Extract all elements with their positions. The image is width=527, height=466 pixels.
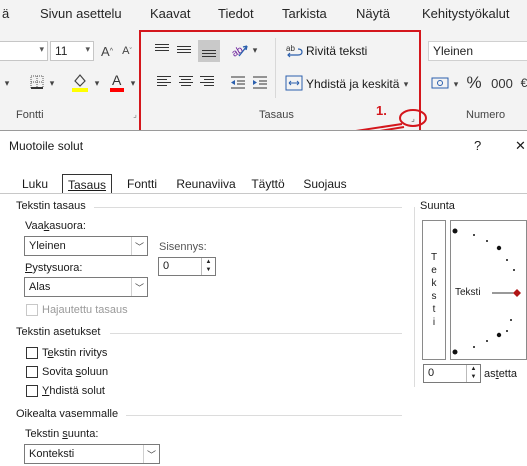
chevron-down-icon: ﹀	[131, 237, 147, 255]
orientation-frame-line	[414, 207, 416, 387]
chevron-down-icon: ﹀	[131, 278, 147, 296]
distributed-checkbox[interactable]	[26, 304, 38, 316]
text-direction-value: Konteksti	[29, 448, 75, 460]
spin-up-icon[interactable]: ▲	[467, 365, 480, 373]
shrink-to-fit-label: Sovita soluun	[42, 366, 109, 378]
tab-alignment[interactable]: Tasaus	[62, 174, 112, 193]
horizontal-select-value: Yleinen	[29, 240, 66, 252]
rtl-title: Oikealta vasemmalle	[16, 408, 119, 420]
tab-border[interactable]: Reunaviiva	[176, 174, 236, 194]
annotation-circle	[399, 109, 427, 127]
vertical-text: T e k s t i	[430, 252, 438, 328]
indent-value: 0	[163, 260, 170, 272]
vertical-select[interactable]: Alas ﹀	[24, 277, 148, 297]
vertical-select-value: Alas	[29, 281, 51, 293]
text-direction-select[interactable]: Konteksti ﹀	[24, 444, 160, 464]
tab-alignment-label: Tasaus	[67, 178, 107, 192]
distributed-label: Hajautettu tasaus	[42, 304, 128, 316]
spin-up-icon[interactable]: ▲	[202, 258, 215, 266]
shrink-to-fit-checkbox[interactable]	[26, 366, 38, 378]
text-alignment-title: Tekstin tasaus	[16, 200, 86, 212]
text-control-title: Tekstin asetukset	[16, 326, 101, 338]
wrap-text-checkbox[interactable]	[26, 347, 38, 359]
tab-strip-divider	[0, 193, 527, 194]
orientation-dial-text: Teksti	[455, 287, 481, 298]
degrees-value: 0	[428, 367, 435, 379]
degrees-label: astetta	[484, 368, 518, 380]
indent-spinner[interactable]: 0 ▲ ▼	[158, 257, 216, 276]
merge-cells-checkbox[interactable]	[26, 385, 38, 397]
spin-down-icon[interactable]: ▼	[467, 373, 480, 381]
merge-cells-label: Yhdistä solut	[42, 385, 105, 397]
tab-number[interactable]: Luku	[20, 174, 50, 194]
spin-down-icon[interactable]: ▼	[202, 266, 215, 274]
dialog-title: Muotoile solut	[9, 139, 84, 153]
tab-protection[interactable]: Suojaus	[302, 174, 348, 194]
format-cells-dialog: Muotoile solut ? ✕ Luku Tasaus Fontti Re…	[0, 130, 527, 466]
tab-fill[interactable]: Täyttö	[250, 174, 286, 194]
vertical-label: Pystysuora:	[25, 262, 83, 274]
orientation-dial[interactable]: Teksti	[450, 220, 527, 360]
orientation-title: Suunta	[420, 200, 455, 212]
wrap-text-label: Tekstin rivitys	[42, 347, 108, 359]
chevron-down-icon: ﹀	[143, 445, 159, 463]
close-icon[interactable]: ✕	[515, 138, 526, 154]
horizontal-select[interactable]: Yleinen ﹀	[24, 236, 148, 256]
section-divider	[110, 333, 402, 334]
section-divider	[94, 207, 402, 208]
tab-font[interactable]: Fontti	[124, 174, 160, 194]
horizontal-label: Vaakasuora:	[25, 220, 86, 232]
section-divider	[126, 415, 402, 416]
text-direction-label: Tekstin suunta:	[25, 428, 99, 440]
degrees-spinner[interactable]: 0 ▲ ▼	[423, 364, 481, 383]
vertical-text-box[interactable]: T e k s t i	[422, 220, 446, 360]
indent-label: Sisennys:	[159, 241, 207, 253]
help-button[interactable]: ?	[474, 138, 481, 153]
